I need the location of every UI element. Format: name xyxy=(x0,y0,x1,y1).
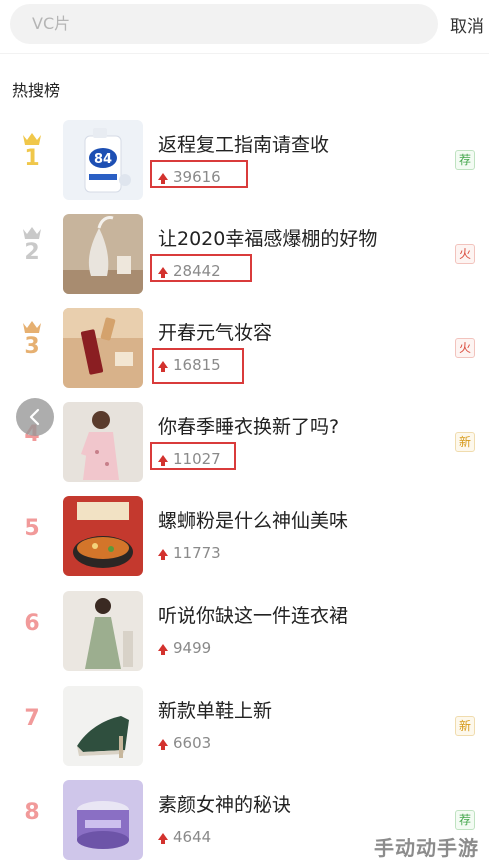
rank-number: 2 xyxy=(24,240,40,265)
list-item[interactable]: 3 开春元气妆容 16815 火 xyxy=(0,302,489,397)
crown-icon xyxy=(23,321,41,333)
rank-indicator: 5 xyxy=(14,508,50,568)
new-badge: 新 xyxy=(455,432,475,452)
highlight-box xyxy=(150,254,252,282)
hot-badge: 火 xyxy=(455,244,475,264)
header-divider xyxy=(0,53,489,54)
item-thumbnail xyxy=(63,780,143,860)
highlight-box xyxy=(150,442,236,470)
arrow-up-icon xyxy=(158,739,168,750)
rank-indicator: 6 xyxy=(14,603,50,663)
item-thumbnail xyxy=(63,496,143,576)
rank-number: 6 xyxy=(24,611,40,636)
rank-number: 7 xyxy=(24,706,40,731)
recommend-badge: 荐 xyxy=(455,150,475,170)
crown-icon xyxy=(23,227,41,239)
arrow-up-icon xyxy=(158,644,168,655)
heat-count: 11773 xyxy=(158,542,221,564)
item-thumbnail xyxy=(63,591,143,671)
new-badge: 新 xyxy=(455,716,475,736)
item-thumbnail xyxy=(63,686,143,766)
list-item[interactable]: 7 新款单鞋上新 6603 新 xyxy=(0,680,489,775)
highlight-box xyxy=(152,348,244,384)
section-title: 热搜榜 xyxy=(12,81,61,100)
heat-count: 6603 xyxy=(158,732,211,754)
svg-text:84: 84 xyxy=(94,152,112,167)
item-title: 让2020幸福感爆棚的好物 xyxy=(158,228,378,250)
rank-indicator: 7 xyxy=(14,698,50,758)
cancel-button[interactable]: 取消 xyxy=(450,12,484,37)
list-item[interactable]: 5 螺蛳粉是什么神仙美味 11773 xyxy=(0,490,489,585)
item-title: 素颜女神的秘诀 xyxy=(158,794,292,816)
rank-indicator: 2 xyxy=(14,226,50,286)
item-thumbnail xyxy=(63,308,143,388)
search-input[interactable] xyxy=(32,4,412,44)
item-title: 返程复工指南请查收 xyxy=(158,134,330,156)
item-thumbnail: 84 xyxy=(63,120,143,200)
highlight-box xyxy=(150,160,248,188)
list-item[interactable]: 1 84 返程复工指南请查收 39616 荐 xyxy=(0,114,489,209)
hot-badge: 火 xyxy=(455,338,475,358)
item-thumbnail xyxy=(63,402,143,482)
crown-icon xyxy=(23,133,41,145)
rank-number: 1 xyxy=(24,146,40,171)
rank-number: 3 xyxy=(24,334,40,359)
rank-indicator: 8 xyxy=(14,792,50,852)
list-item[interactable]: 2 让2020幸福感爆棚的好物 28442 火 xyxy=(0,208,489,303)
arrow-up-icon xyxy=(158,549,168,560)
item-thumbnail xyxy=(63,214,143,294)
rank-number: 5 xyxy=(24,516,40,541)
item-title: 新款单鞋上新 xyxy=(158,700,273,722)
watermark: 手动动手游 xyxy=(374,836,479,860)
heat-count: 9499 xyxy=(158,637,211,659)
chevron-left-icon xyxy=(29,408,40,426)
item-title: 你春季睡衣换新了吗? xyxy=(158,416,340,438)
rank-indicator: 1 xyxy=(14,132,50,192)
item-title: 螺蛳粉是什么神仙美味 xyxy=(158,510,349,532)
rank-indicator: 3 xyxy=(14,320,50,380)
item-title: 听说你缺这一件连衣裙 xyxy=(158,605,349,627)
arrow-up-icon xyxy=(158,833,168,844)
recommend-badge: 荐 xyxy=(455,810,475,830)
list-item[interactable]: 6 听说你缺这一件连衣裙 9499 xyxy=(0,585,489,680)
search-bar[interactable] xyxy=(10,4,438,44)
back-button[interactable] xyxy=(16,398,54,436)
list-item[interactable]: 4 你春季睡衣换新了吗? 11027 新 xyxy=(0,396,489,491)
heat-count: 4644 xyxy=(158,826,211,848)
item-title: 开春元气妆容 xyxy=(158,322,273,344)
rank-number: 8 xyxy=(24,800,40,825)
